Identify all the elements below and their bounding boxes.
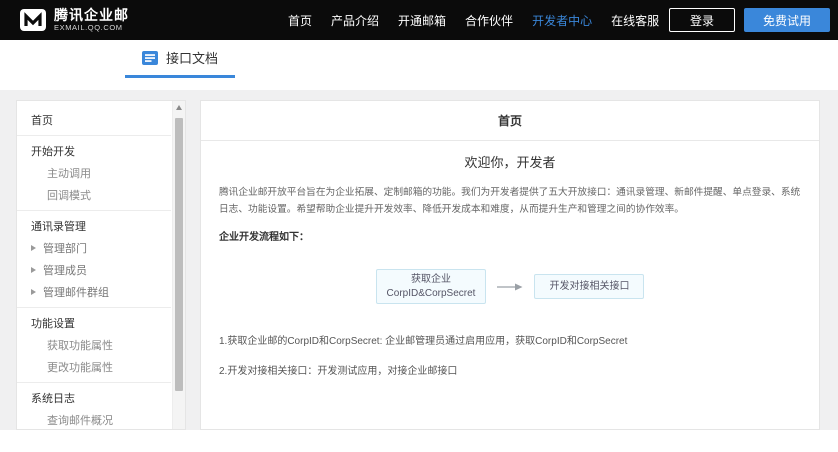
step-description-2: 2.开发对接相关接口：开发测试应用，对接企业邮接口 [219, 362, 819, 377]
sidebar-item-contacts-management[interactable]: 通讯录管理 [17, 215, 171, 237]
sidebar-item-home[interactable]: 首页 [17, 109, 171, 131]
sidebar-item-label: 管理邮件群组 [43, 284, 109, 300]
logo-title: 腾讯企业邮 [54, 8, 129, 23]
flow-heading: 企业开发流程如下： [219, 228, 819, 243]
sidebar-item-active-call[interactable]: 主动调用 [17, 162, 171, 184]
sidebar-item-manage-members[interactable]: 管理成员 [17, 259, 171, 281]
nav-item-home[interactable]: 首页 [288, 12, 312, 29]
page: 腾讯企业邮 EXMAIL.QQ.COM 首页 产品介绍 开通邮箱 合作伙伴 开发… [0, 0, 838, 452]
sidebar-item-callback-mode[interactable]: 回调模式 [17, 184, 171, 206]
sidebar-divider [17, 307, 171, 308]
content-background: 首页 开始开发 主动调用 回调模式 通讯录管理 管理部门 管理成员 管理邮件群组 [0, 90, 838, 430]
main-nav: 首页 产品介绍 开通邮箱 合作伙伴 开发者中心 在线客服 [288, 0, 659, 40]
document-icon [142, 51, 158, 65]
sidebar-divider [17, 135, 171, 136]
sidebar-item-label: 管理成员 [43, 262, 87, 278]
exmail-logo[interactable]: 腾讯企业邮 EXMAIL.QQ.COM [20, 8, 129, 32]
tab-api-docs[interactable]: 接口文档 [125, 40, 235, 78]
flow-step1-line2: CorpID&CorpSecret [377, 287, 486, 301]
sidebar-item-feature-settings[interactable]: 功能设置 [17, 312, 171, 334]
flow-step-develop-api: 开发对接相关接口 [534, 274, 644, 299]
welcome-heading: 欢迎你，开发者 [201, 152, 819, 171]
main-content: 首页 欢迎你，开发者 腾讯企业邮开放平台旨在为企业拓展、定制邮箱的功能。我们为开… [200, 100, 820, 430]
scrollbar-thumb[interactable] [175, 118, 183, 391]
intro-paragraph: 腾讯企业邮开放平台旨在为企业拓展、定制邮箱的功能。我们为开发者提供了五大开放接口… [219, 184, 803, 218]
top-navbar: 腾讯企业邮 EXMAIL.QQ.COM 首页 产品介绍 开通邮箱 合作伙伴 开发… [0, 0, 838, 40]
sidebar: 首页 开始开发 主动调用 回调模式 通讯录管理 管理部门 管理成员 管理邮件群组 [16, 100, 186, 430]
page-title: 首页 [201, 101, 819, 141]
step-description-1: 1.获取企业邮的CorpID和CorpSecret: 企业邮管理员通过启用应用，… [219, 332, 819, 347]
sidebar-item-query-mail-overview[interactable]: 查询邮件概况 [17, 409, 171, 431]
sidebar-item-manage-mail-groups[interactable]: 管理邮件群组 [17, 281, 171, 303]
logo-text: 腾讯企业邮 EXMAIL.QQ.COM [54, 8, 129, 32]
logo-subtitle: EXMAIL.QQ.COM [54, 23, 129, 32]
sidebar-item-get-feature-attributes[interactable]: 获取功能属性 [17, 334, 171, 356]
scroll-up-icon[interactable] [176, 105, 182, 110]
tab-label: 接口文档 [166, 48, 218, 67]
sidebar-divider [17, 210, 171, 211]
sidebar-item-label: 管理部门 [43, 240, 87, 256]
chevron-right-icon [31, 289, 36, 295]
sidebar-item-update-feature-attributes[interactable]: 更改功能属性 [17, 356, 171, 378]
flow-step1-line1: 获取企业 [377, 273, 486, 287]
flow-step-get-corpid: 获取企业 CorpID&CorpSecret [376, 269, 487, 304]
nav-item-developer-center[interactable]: 开发者中心 [532, 12, 592, 29]
login-button[interactable]: 登录 [669, 8, 735, 32]
chevron-right-icon [31, 245, 36, 251]
flow-arrow-icon [497, 282, 523, 292]
nav-item-open-mailbox[interactable]: 开通邮箱 [398, 12, 446, 29]
free-trial-button[interactable]: 免费试用 [744, 8, 830, 32]
tab-bar: 接口文档 [0, 40, 838, 90]
sidebar-scrollbar[interactable] [172, 101, 185, 429]
nav-item-online-support[interactable]: 在线客服 [611, 12, 659, 29]
sidebar-item-manage-departments[interactable]: 管理部门 [17, 237, 171, 259]
nav-item-partners[interactable]: 合作伙伴 [465, 12, 513, 29]
chevron-right-icon [31, 267, 36, 273]
nav-item-product-intro[interactable]: 产品介绍 [331, 12, 379, 29]
sidebar-item-getting-started[interactable]: 开始开发 [17, 140, 171, 162]
flow-diagram: 获取企业 CorpID&CorpSecret 开发对接相关接口 [201, 269, 819, 304]
sidebar-menu: 首页 开始开发 主动调用 回调模式 通讯录管理 管理部门 管理成员 管理邮件群组 [17, 101, 185, 431]
exmail-envelope-icon [20, 9, 46, 31]
sidebar-item-system-logs[interactable]: 系统日志 [17, 387, 171, 409]
sidebar-divider [17, 382, 171, 383]
